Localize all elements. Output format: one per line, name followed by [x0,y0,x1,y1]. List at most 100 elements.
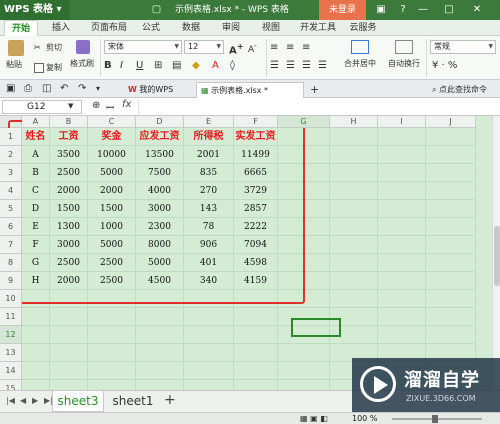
align-left-icon[interactable]: ☰ [270,60,279,71]
cell[interactable] [378,146,426,164]
preview-icon[interactable]: ◫ [42,83,51,94]
copy-button[interactable]: 复制 [34,62,62,73]
redo-icon[interactable]: ↷ [78,83,86,94]
font-size-select[interactable]: 12 ▼ [184,40,224,54]
merge-cells-icon[interactable]: ▤ [172,60,181,71]
cell[interactable] [426,218,476,236]
column-header[interactable]: C [88,116,136,128]
row-header[interactable]: 8 [0,254,22,272]
cell[interactable] [330,272,378,290]
cell[interactable] [378,200,426,218]
zoom-slider-knob[interactable] [432,415,438,423]
grow-font-button[interactable]: A+ [229,41,244,56]
cell[interactable] [136,380,184,390]
row-header[interactable]: 12 [0,326,22,344]
prev-sheet-icon[interactable]: ◀ [20,396,26,405]
cell[interactable] [184,308,234,326]
tab-my-wps[interactable]: W 我的WPS [124,82,196,98]
cell[interactable] [426,200,476,218]
align-center-icon[interactable]: ☰ [286,60,295,71]
font-family-select[interactable]: 宋体 ▼ [104,40,182,54]
row-header[interactable]: 7 [0,236,22,254]
cell[interactable] [330,164,378,182]
distribute-icon[interactable]: ☰ [318,60,327,71]
cell[interactable] [50,380,88,390]
save-icon[interactable]: ▣ [6,83,15,94]
cell[interactable] [426,128,476,146]
spreadsheet-grid[interactable]: 姓名 工资 奖金 应发工资 所得税 实发工资 A 3500 10000 13500 2001 1149… [0,116,500,390]
login-button[interactable]: 未登录 [319,0,366,20]
cut-button[interactable]: ✂ 剪切 [34,42,62,53]
cell[interactable] [330,200,378,218]
wrap-text-button[interactable]: 自动换行 [384,40,424,69]
cell[interactable] [184,380,234,390]
cell[interactable] [426,326,476,344]
column-header[interactable]: I [378,116,426,128]
first-sheet-icon[interactable]: |◀ [6,396,15,405]
row-header[interactable]: 5 [0,200,22,218]
column-header[interactable]: E [184,116,234,128]
cell[interactable] [22,344,50,362]
cell[interactable] [50,308,88,326]
cell[interactable] [426,308,476,326]
cell[interactable] [50,362,88,380]
cell[interactable] [50,344,88,362]
column-header[interactable]: A [22,116,50,128]
tab-home[interactable]: 开始 [4,20,38,36]
cell[interactable] [234,362,278,380]
formula-input[interactable] [138,100,496,114]
column-header[interactable]: D [136,116,184,128]
wps-app-menu[interactable]: WPS 表格 ▾ [0,0,70,20]
tab-data[interactable]: 数据 [178,20,204,36]
number-format-select[interactable]: 常规 ▼ [430,40,496,54]
command-search[interactable]: ⌕ 点此查找命令 [432,84,487,95]
cell[interactable] [378,254,426,272]
undo-icon[interactable]: ↶ [60,83,68,94]
row-header[interactable]: 15 [0,380,22,390]
cell[interactable] [426,236,476,254]
row-header[interactable]: 10 [0,290,22,308]
cell[interactable] [378,164,426,182]
active-cell[interactable] [291,318,341,337]
cell[interactable] [234,308,278,326]
row-header[interactable]: 11 [0,308,22,326]
tab-file[interactable]: ▦ 示例表格.xlsx * [196,82,304,98]
column-header[interactable]: B [50,116,88,128]
bold-button[interactable]: B [104,60,112,71]
cell[interactable] [330,290,378,308]
align-top-icon[interactable]: ≡ [270,42,278,53]
cell[interactable] [426,254,476,272]
zoom-icon[interactable]: ⊕ [92,100,100,111]
cell[interactable] [22,380,50,390]
cell[interactable] [426,272,476,290]
cell[interactable] [136,326,184,344]
cell[interactable] [88,344,136,362]
row-header[interactable]: 3 [0,164,22,182]
tab-review[interactable]: 审阅 [218,20,244,36]
skin-icon[interactable]: ▣ [370,0,392,20]
cell[interactable] [88,380,136,390]
scrollbar-thumb[interactable] [494,226,500,286]
chevron-down-icon[interactable]: ▾ [96,84,100,93]
chevron-down-icon[interactable]: ▼ [68,102,73,110]
cancel-icon[interactable]: ꟷ [106,100,114,114]
cell[interactable] [378,182,426,200]
row-header[interactable]: 1 [0,128,22,146]
cell[interactable] [426,164,476,182]
cell[interactable] [278,380,330,390]
cell[interactable] [426,290,476,308]
cell[interactable] [234,380,278,390]
shrink-font-button[interactable]: A- [248,41,257,55]
cell[interactable] [184,344,234,362]
cell[interactable] [234,344,278,362]
cell[interactable] [330,218,378,236]
cell[interactable] [278,362,330,380]
row-header[interactable]: 6 [0,218,22,236]
column-header[interactable]: G [278,116,330,128]
currency-icon[interactable]: ¥ · % [432,60,457,71]
cell[interactable] [278,344,330,362]
cell[interactable] [184,362,234,380]
cell[interactable] [330,236,378,254]
add-sheet-button[interactable]: + [164,392,176,408]
minimize-button[interactable]: — [412,0,434,20]
